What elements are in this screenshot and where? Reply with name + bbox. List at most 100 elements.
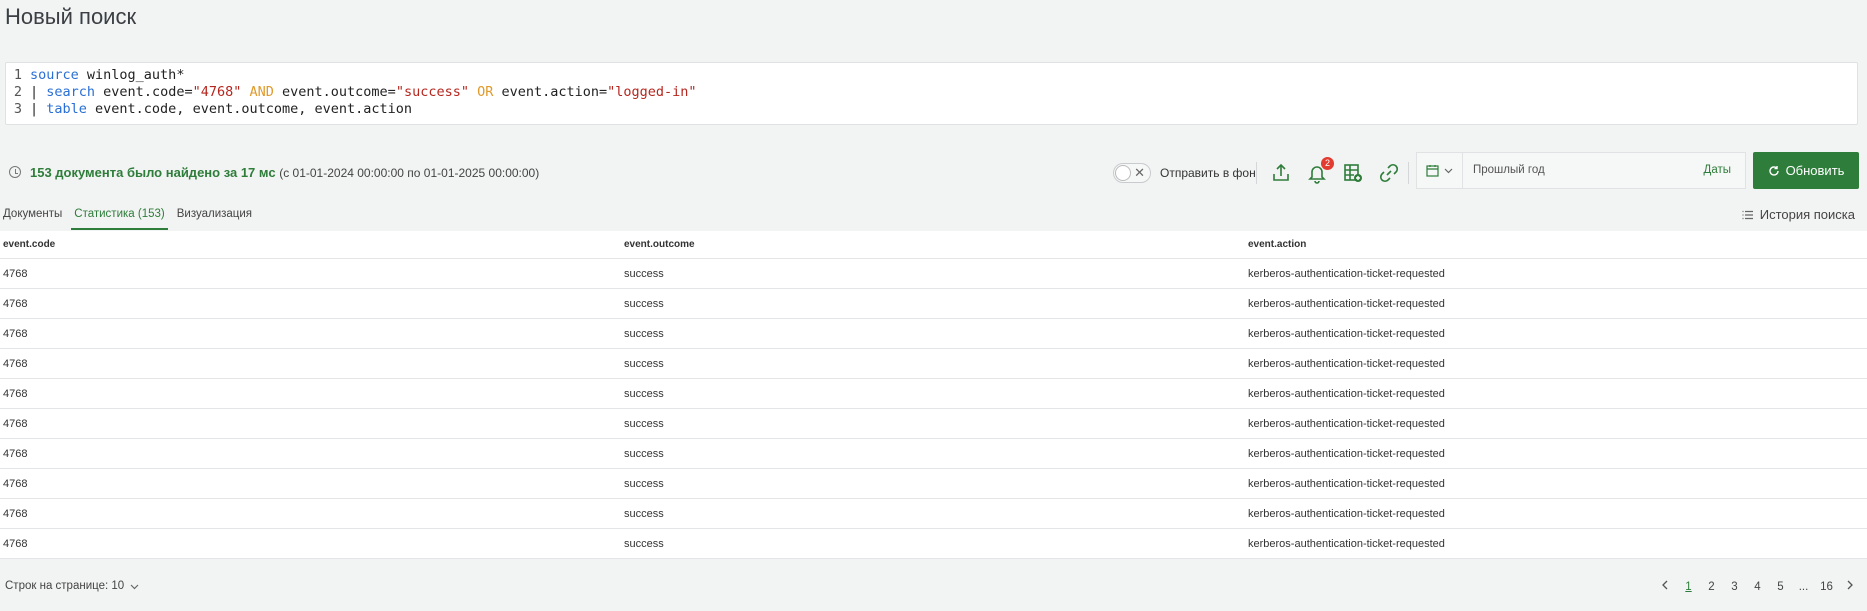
query-line[interactable]: 1 source winlog_auth* (6, 67, 1857, 84)
copy-link-button[interactable] (1376, 160, 1402, 186)
page-link[interactable]: 3 (1723, 581, 1746, 593)
tab-statistics[interactable]: Статистика (153) (71, 206, 168, 230)
refresh-label: Обновить (1785, 163, 1845, 178)
table-cell: 4768 (3, 477, 28, 490)
query-token: AND (241, 84, 283, 100)
table-cell: kerberos-authentication-ticket-requested (1248, 477, 1445, 490)
pagination-ellipsis: ... (1798, 580, 1809, 593)
clock-icon (9, 166, 21, 178)
next-page-button[interactable] (1838, 580, 1861, 593)
column-header[interactable]: event.action (1248, 239, 1848, 250)
query-editor[interactable]: 1 source winlog_auth* 2 | search event.code… (5, 62, 1858, 125)
column-header[interactable]: event.outcome (624, 239, 1248, 250)
background-toggle[interactable]: ✕ (1113, 163, 1151, 183)
table-cell: kerberos-authentication-ticket-requested (1248, 297, 1445, 310)
table-row[interactable]: 4768 success kerberos-authentication-ticke… (0, 439, 1867, 469)
page-link[interactable]: 5 (1769, 581, 1792, 593)
refresh-button[interactable]: Обновить (1753, 152, 1859, 189)
tab-visualization[interactable]: Визуализация (174, 206, 255, 230)
table-row[interactable]: 4768 success kerberos-authentication-ticke… (0, 529, 1867, 559)
table-row[interactable]: 4768 success kerberos-authentication-ticke… (0, 379, 1867, 409)
table-cell: kerberos-authentication-ticket-requested (1248, 447, 1445, 460)
share-button[interactable] (1268, 160, 1294, 186)
query-token: event.code, event.outcome, event.action (86, 101, 413, 117)
prev-page-button[interactable] (1654, 580, 1677, 593)
table-cell: kerberos-authentication-ticket-requested (1248, 537, 1445, 550)
add-report-button[interactable] (1340, 160, 1366, 186)
table-cell: 4768 (3, 297, 28, 310)
chevron-left-icon (1662, 580, 1668, 590)
query-token: "success" (395, 84, 469, 100)
query-line[interactable]: 2 | search event.code= "4768" AND event.ou… (6, 84, 1857, 101)
pagination: 1 2 3 4 5... 16 (1654, 580, 1861, 593)
query-token: event.code= (95, 84, 193, 100)
column-header[interactable]: event.code (3, 239, 627, 250)
page-link[interactable]: 16 (1815, 581, 1838, 593)
table-cell: kerberos-authentication-ticket-requested (1248, 357, 1445, 370)
dates-link[interactable]: Даты (1704, 164, 1731, 176)
query-token: "4768" (192, 84, 242, 100)
table-cell: 4768 (3, 417, 28, 430)
results-summary: 153 документа было найдено за 17 мс (с 0… (30, 165, 539, 180)
rows-per-page-label: Строк на странице: 10 (5, 580, 125, 592)
date-range-picker[interactable]: Прошлый год Даты (1416, 152, 1746, 189)
table-cell: success (624, 387, 664, 400)
table-cell: 4768 (3, 387, 28, 400)
table-cell: success (624, 297, 664, 310)
table-row[interactable]: 4768 success kerberos-authentication-ticke… (0, 499, 1867, 529)
divider (1408, 162, 1409, 184)
table-cell: kerberos-authentication-ticket-requested (1248, 267, 1445, 280)
table-cell: kerberos-authentication-ticket-requested (1248, 417, 1445, 430)
table-cell: kerberos-authentication-ticket-requested (1248, 387, 1445, 400)
table-cell: 4768 (3, 507, 28, 520)
list-icon (1742, 210, 1753, 219)
table-cell: success (624, 357, 664, 370)
query-token: "logged-in" (607, 84, 697, 100)
query-line[interactable]: 3 | table event.code, event.outcome, even… (6, 101, 1857, 118)
table-row[interactable]: 4768 success kerberos-authentication-ticke… (0, 319, 1867, 349)
table-cell: kerberos-authentication-ticket-requested (1248, 507, 1445, 520)
toggle-knob (1115, 165, 1131, 181)
search-history-label: История поиска (1759, 207, 1855, 222)
query-token: winlog_auth* (78, 67, 185, 83)
chevron-down-icon (130, 584, 139, 589)
table-cell: success (624, 537, 664, 550)
tab-documents[interactable]: Документы (0, 206, 65, 230)
chevron-down-icon (1444, 168, 1453, 174)
table-cell: kerberos-authentication-ticket-requested (1248, 327, 1445, 340)
table-row[interactable]: 4768 success kerberos-authentication-ticke… (0, 469, 1867, 499)
tabs: Документы Статистика (153) Визуализация (0, 206, 261, 230)
rows-per-page[interactable]: Строк на странице: 10 (5, 580, 139, 592)
line-number: 3 (13, 101, 22, 117)
share-icon (1273, 163, 1289, 181)
results-table: event.code event.outcome event.action 47… (0, 231, 1867, 559)
link-icon (1379, 163, 1399, 183)
query-token: | (30, 101, 47, 117)
table-row[interactable]: 4768 success kerberos-authentication-ticke… (0, 289, 1867, 319)
table-add-icon (1344, 164, 1362, 182)
page-title: Новый поиск (5, 4, 137, 29)
table-cell: 4768 (3, 267, 28, 280)
table-row[interactable]: 4768 success kerberos-authentication-ticke… (0, 349, 1867, 379)
divider (1256, 162, 1257, 184)
notifications-button[interactable]: 2 (1304, 157, 1334, 186)
table-row[interactable]: 4768 success kerberos-authentication-ticke… (0, 259, 1867, 289)
calendar-dropdown[interactable] (1417, 153, 1463, 188)
page-link[interactable]: 4 (1746, 581, 1769, 593)
line-number: 1 (13, 67, 22, 83)
date-range-value: Прошлый год (1473, 164, 1545, 176)
line-number: 2 (13, 84, 22, 100)
page-link[interactable]: 1 (1677, 581, 1700, 593)
search-history-button[interactable]: История поиска (1742, 207, 1855, 222)
query-token: event.outcome= (282, 84, 396, 100)
table-cell: success (624, 267, 664, 280)
close-icon: ✕ (1134, 165, 1145, 180)
notifications-badge: 2 (1321, 157, 1334, 170)
background-label: Отправить в фон (1160, 166, 1256, 180)
table-cell: success (624, 507, 664, 520)
chevron-right-icon (1847, 580, 1853, 590)
query-token: source (30, 67, 79, 83)
status-bar: 153 документа было найдено за 17 мс (с 0… (0, 152, 1867, 189)
page-link[interactable]: 2 (1700, 581, 1723, 593)
table-row[interactable]: 4768 success kerberos-authentication-ticke… (0, 409, 1867, 439)
